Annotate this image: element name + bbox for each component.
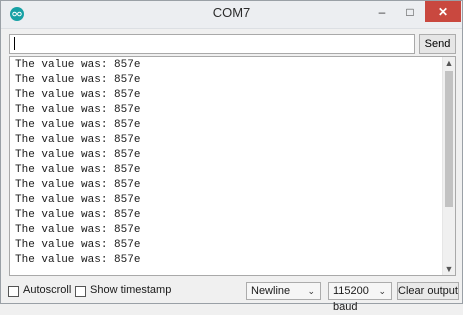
output-line: The value was: 857e [15, 209, 141, 221]
show-timestamp-checkbox[interactable] [75, 286, 86, 297]
output-line: The value was: 857e [15, 179, 141, 191]
send-button[interactable]: Send [419, 34, 456, 54]
scroll-up-icon[interactable]: ▲ [443, 57, 455, 69]
minimize-button[interactable]: – [369, 1, 395, 22]
output-line: The value was: 857e [15, 104, 141, 116]
output-line: The value was: 857e [15, 134, 141, 146]
output-line: The value was: 857e [15, 59, 141, 71]
close-button[interactable]: ✕ [425, 1, 461, 22]
serial-input[interactable] [9, 34, 415, 54]
output-line: The value was: 857e [15, 239, 141, 251]
output-lines: The value was: 857e The value was: 857e … [15, 58, 445, 268]
chevron-down-icon: ⌄ [307, 286, 315, 296]
serial-monitor-window: COM7 – □ ✕ Send The value was: 857e The … [0, 0, 463, 313]
output-line: The value was: 857e [15, 194, 141, 206]
maximize-button[interactable]: □ [397, 1, 423, 22]
scroll-down-icon[interactable]: ▼ [443, 263, 455, 275]
output-line: The value was: 857e [15, 254, 141, 266]
output-line: The value was: 857e [15, 89, 141, 101]
output-line: The value was: 857e [15, 119, 141, 131]
line-ending-value: Newline [251, 285, 291, 297]
close-icon: ✕ [437, 4, 449, 19]
output-line: The value was: 857e [15, 74, 141, 86]
output-line: The value was: 857e [15, 164, 141, 176]
bottom-toolbar: Autoscroll Show timestamp Newline ⌄ 1152… [1, 278, 462, 313]
text-caret [14, 37, 15, 50]
title-bar: COM7 – □ ✕ [1, 1, 462, 29]
line-ending-select[interactable]: Newline ⌄ [246, 282, 321, 300]
autoscroll-label: Autoscroll [23, 284, 72, 296]
minimize-icon: – [378, 4, 386, 19]
vertical-scrollbar[interactable]: ▲ ▼ [442, 57, 455, 275]
output-line: The value was: 857e [15, 149, 141, 161]
baud-rate-select[interactable]: 115200 baud ⌄ [328, 282, 392, 313]
autoscroll-checkbox[interactable] [8, 286, 19, 297]
serial-output[interactable]: The value was: 857e The value was: 857e … [9, 56, 456, 276]
send-row: Send [9, 34, 456, 56]
clear-output-button[interactable]: Clear output [397, 282, 459, 300]
show-timestamp-label: Show timestamp [90, 284, 172, 296]
output-line: The value was: 857e [15, 224, 141, 236]
baud-rate-value: 115200 baud [333, 285, 369, 313]
maximize-icon: □ [406, 4, 414, 19]
scroll-thumb[interactable] [445, 71, 453, 207]
chevron-down-icon: ⌄ [378, 286, 386, 296]
